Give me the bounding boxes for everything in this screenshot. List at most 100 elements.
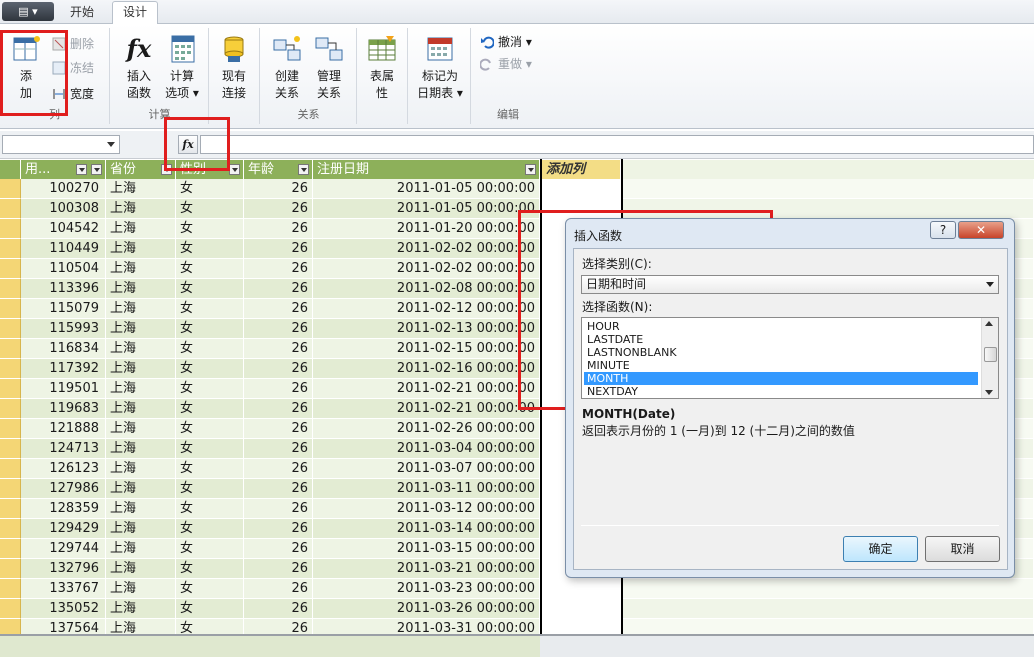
table-cell[interactable]: 女 bbox=[176, 339, 244, 359]
table-cell[interactable]: 100308 bbox=[21, 199, 106, 219]
table-cell[interactable]: 2011-03-07 00:00:00 bbox=[313, 459, 540, 479]
create-relationship-button[interactable]: 创建 关系 bbox=[267, 34, 307, 102]
table-cell[interactable]: 女 bbox=[176, 479, 244, 499]
row-selector[interactable] bbox=[0, 279, 21, 299]
row-selector[interactable] bbox=[0, 179, 21, 199]
table-cell[interactable]: 26 bbox=[244, 399, 313, 419]
table-cell[interactable]: 上海 bbox=[106, 519, 176, 539]
file-menu-button[interactable]: ▤ ▾ bbox=[2, 2, 54, 21]
table-cell[interactable]: 2011-03-23 00:00:00 bbox=[313, 579, 540, 599]
table-cell[interactable]: 26 bbox=[244, 379, 313, 399]
table-cell[interactable]: 110504 bbox=[21, 259, 106, 279]
table-cell[interactable]: 2011-01-05 00:00:00 bbox=[313, 179, 540, 199]
table-cell[interactable]: 女 bbox=[176, 419, 244, 439]
table-cell[interactable]: 115079 bbox=[21, 299, 106, 319]
function-list-scrollbar[interactable] bbox=[981, 318, 998, 398]
table-cell[interactable]: 124713 bbox=[21, 439, 106, 459]
table-cell[interactable]: 2011-03-21 00:00:00 bbox=[313, 559, 540, 579]
row-selector[interactable] bbox=[0, 459, 21, 479]
table-cell[interactable]: 110449 bbox=[21, 239, 106, 259]
table-cell[interactable]: 女 bbox=[176, 199, 244, 219]
row-selector[interactable] bbox=[0, 539, 21, 559]
table-cell[interactable]: 女 bbox=[176, 559, 244, 579]
column-header-user[interactable]: 用... bbox=[21, 160, 106, 179]
table-cell[interactable]: 2011-03-31 00:00:00 bbox=[313, 619, 540, 634]
help-button[interactable]: ? bbox=[930, 221, 956, 239]
row-selector[interactable] bbox=[0, 559, 21, 579]
calc-options-button[interactable]: 计算 选项 ▾ bbox=[161, 34, 203, 102]
row-selector[interactable] bbox=[0, 419, 21, 439]
table-cell[interactable]: 上海 bbox=[106, 199, 176, 219]
table-cell[interactable]: 129744 bbox=[21, 539, 106, 559]
table-cell[interactable]: 2011-03-04 00:00:00 bbox=[313, 439, 540, 459]
row-selector[interactable] bbox=[0, 199, 21, 219]
category-select[interactable]: 日期和时间 bbox=[581, 275, 999, 294]
table-cell[interactable]: 女 bbox=[176, 619, 244, 634]
column-header-add-column[interactable]: 添加列 bbox=[542, 160, 621, 179]
table-cell[interactable]: 上海 bbox=[106, 179, 176, 199]
table-cell[interactable]: 26 bbox=[244, 459, 313, 479]
table-cell[interactable]: 2011-02-02 00:00:00 bbox=[313, 239, 540, 259]
table-cell[interactable]: 117392 bbox=[21, 359, 106, 379]
table-cell[interactable]: 上海 bbox=[106, 439, 176, 459]
table-cell[interactable]: 女 bbox=[176, 279, 244, 299]
table-cell[interactable]: 2011-03-15 00:00:00 bbox=[313, 539, 540, 559]
row-selector[interactable] bbox=[0, 399, 21, 419]
table-cell[interactable]: 2011-02-21 00:00:00 bbox=[313, 379, 540, 399]
row-selector[interactable] bbox=[0, 299, 21, 319]
table-cell[interactable]: 137564 bbox=[21, 619, 106, 634]
table-cell[interactable]: 上海 bbox=[106, 419, 176, 439]
scroll-thumb[interactable] bbox=[984, 347, 997, 362]
filter-dropdown-icon[interactable] bbox=[91, 164, 102, 175]
table-cell[interactable]: 127986 bbox=[21, 479, 106, 499]
table-cell[interactable]: 129429 bbox=[21, 519, 106, 539]
column-header-age[interactable]: 年龄 bbox=[244, 160, 313, 179]
table-cell[interactable]: 上海 bbox=[106, 279, 176, 299]
table-cell[interactable]: 26 bbox=[244, 179, 313, 199]
row-selector[interactable] bbox=[0, 319, 21, 339]
table-cell[interactable]: 115993 bbox=[21, 319, 106, 339]
table-cell[interactable]: 女 bbox=[176, 459, 244, 479]
table-cell[interactable]: 上海 bbox=[106, 299, 176, 319]
table-cell[interactable]: 26 bbox=[244, 439, 313, 459]
table-cell[interactable]: 26 bbox=[244, 499, 313, 519]
table-cell[interactable]: 女 bbox=[176, 359, 244, 379]
table-cell[interactable]: 26 bbox=[244, 619, 313, 634]
table-cell[interactable]: 121888 bbox=[21, 419, 106, 439]
table-cell[interactable]: 上海 bbox=[106, 339, 176, 359]
table-cell[interactable]: 26 bbox=[244, 239, 313, 259]
filter-dropdown-icon[interactable] bbox=[298, 164, 309, 175]
name-box[interactable] bbox=[2, 135, 120, 154]
scroll-down-icon[interactable] bbox=[985, 390, 993, 395]
table-cell[interactable]: 女 bbox=[176, 259, 244, 279]
table-cell[interactable]: 26 bbox=[244, 579, 313, 599]
table-cell[interactable]: 上海 bbox=[106, 479, 176, 499]
row-selector[interactable] bbox=[0, 379, 21, 399]
column-header-register-date[interactable]: 注册日期 bbox=[313, 160, 540, 179]
existing-connection-button[interactable]: 现有 连接 bbox=[214, 34, 254, 102]
table-cell[interactable]: 女 bbox=[176, 179, 244, 199]
table-cell[interactable]: 上海 bbox=[106, 459, 176, 479]
table-cell[interactable]: 133767 bbox=[21, 579, 106, 599]
tab-design[interactable]: 设计 bbox=[112, 1, 159, 25]
table-cell[interactable]: 26 bbox=[244, 259, 313, 279]
table-cell[interactable]: 上海 bbox=[106, 579, 176, 599]
row-selector[interactable] bbox=[0, 439, 21, 459]
row-selector[interactable] bbox=[0, 219, 21, 239]
table-cell[interactable]: 上海 bbox=[106, 599, 176, 619]
table-cell[interactable]: 132796 bbox=[21, 559, 106, 579]
table-cell[interactable]: 135052 bbox=[21, 599, 106, 619]
table-cell[interactable]: 2011-02-21 00:00:00 bbox=[313, 399, 540, 419]
undo-button[interactable]: 撤消 ▾ bbox=[480, 32, 532, 52]
table-cell[interactable]: 女 bbox=[176, 599, 244, 619]
table-cell[interactable]: 2011-03-11 00:00:00 bbox=[313, 479, 540, 499]
table-cell[interactable]: 2011-02-15 00:00:00 bbox=[313, 339, 540, 359]
function-list-item[interactable]: MINUTE bbox=[584, 359, 978, 372]
tab-start[interactable]: 开始 bbox=[60, 2, 104, 24]
row-selector[interactable] bbox=[0, 519, 21, 539]
table-cell[interactable]: 女 bbox=[176, 439, 244, 459]
table-cell[interactable]: 128359 bbox=[21, 499, 106, 519]
row-selector[interactable] bbox=[0, 579, 21, 599]
table-cell[interactable]: 上海 bbox=[106, 559, 176, 579]
row-selector[interactable] bbox=[0, 479, 21, 499]
